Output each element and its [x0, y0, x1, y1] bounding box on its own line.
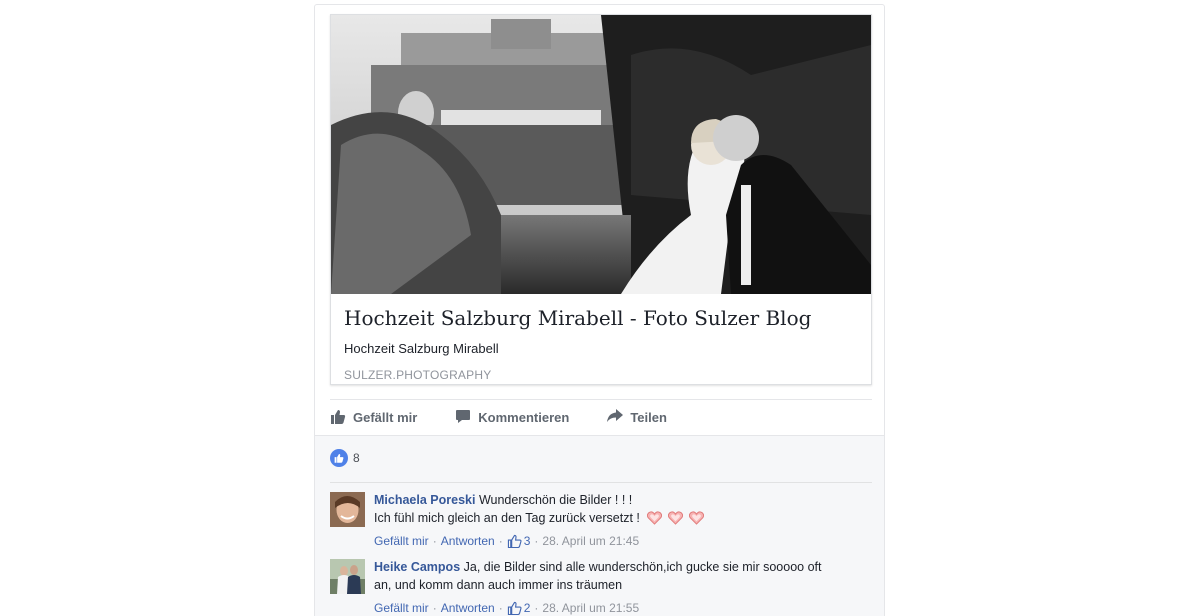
comment-reply-link[interactable]: Antworten — [441, 534, 495, 548]
comment-like-count[interactable]: 2 — [507, 601, 530, 615]
like-button[interactable]: Gefällt mir — [330, 409, 417, 427]
comment-like-link[interactable]: Gefällt mir — [374, 601, 429, 615]
link-card-description: Hochzeit Salzburg Mirabell — [344, 341, 499, 356]
comment-meta: Gefällt mir · Antworten · 2 · 28. April … — [374, 601, 640, 615]
comment-text-line1: Wunderschön die Bilder ! ! ! — [478, 493, 633, 507]
heart-icon — [668, 510, 684, 525]
comment-button[interactable]: Kommentieren — [455, 409, 569, 427]
comment-text: Heike Campos Ja, die Bilder sind alle wu… — [374, 559, 864, 594]
reaction-count[interactable]: 8 — [353, 449, 360, 467]
heart-icon — [647, 510, 663, 525]
comment-timestamp[interactable]: 28. April um 21:45 — [542, 534, 639, 548]
avatar[interactable] — [330, 559, 365, 594]
comment-like-count[interactable]: 3 — [507, 534, 530, 548]
comment-meta: Gefällt mir · Antworten · 3 · 28. April … — [374, 534, 640, 548]
thumbs-up-icon — [330, 409, 353, 427]
heart-icon — [689, 510, 705, 525]
share-button[interactable]: Teilen — [607, 409, 667, 426]
comment-timestamp[interactable]: 28. April um 21:55 — [542, 601, 639, 615]
link-card-title[interactable]: Hochzeit Salzburg Mirabell - Foto Sulzer… — [344, 305, 858, 331]
comment-reply-link[interactable]: Antworten — [441, 601, 495, 615]
avatar[interactable] — [330, 492, 365, 527]
thumbs-up-outline-icon — [507, 601, 522, 615]
link-preview-card[interactable]: Hochzeit Salzburg Mirabell - Foto Sulzer… — [330, 14, 872, 385]
heart-emojis — [647, 510, 705, 525]
wedding-photo[interactable] — [331, 15, 871, 294]
post-action-bar: Gefällt mir Kommentieren Teilen — [330, 399, 872, 435]
share-arrow-icon — [607, 409, 630, 426]
link-card-domain: SULZER.PHOTOGRAPHY — [344, 368, 492, 382]
comment-author[interactable]: Michaela Poreski — [374, 493, 475, 507]
comments-section: 8 Michaela Poreski Wunderschön die Bilde… — [315, 435, 884, 616]
share-button-label: Teilen — [630, 410, 667, 425]
like-button-label: Gefällt mir — [353, 410, 418, 425]
link-card-text: Hochzeit Salzburg Mirabell - Foto Sulzer… — [344, 305, 858, 383]
comment-like-link[interactable]: Gefällt mir — [374, 534, 429, 548]
comment-button-label: Kommentieren — [478, 410, 570, 425]
thumbs-up-outline-icon — [507, 534, 522, 548]
comment-text-line2: an, und komm dann auch immer ins träumen — [374, 577, 623, 592]
reactions-summary[interactable]: 8 — [330, 449, 872, 483]
comment-text-line1: Ja, die Bilder sind alle wunderschön,ich… — [463, 560, 822, 574]
comment-text: Michaela Poreski Wunderschön die Bilder … — [374, 492, 864, 527]
comment-bubble-icon — [455, 409, 478, 427]
comment-author[interactable]: Heike Campos — [374, 560, 460, 574]
like-reaction-icon — [330, 449, 348, 467]
feed-post: Hochzeit Salzburg Mirabell - Foto Sulzer… — [314, 4, 885, 616]
comment-text-line2: Ich fühl mich gleich an den Tag zurück v… — [374, 510, 640, 525]
